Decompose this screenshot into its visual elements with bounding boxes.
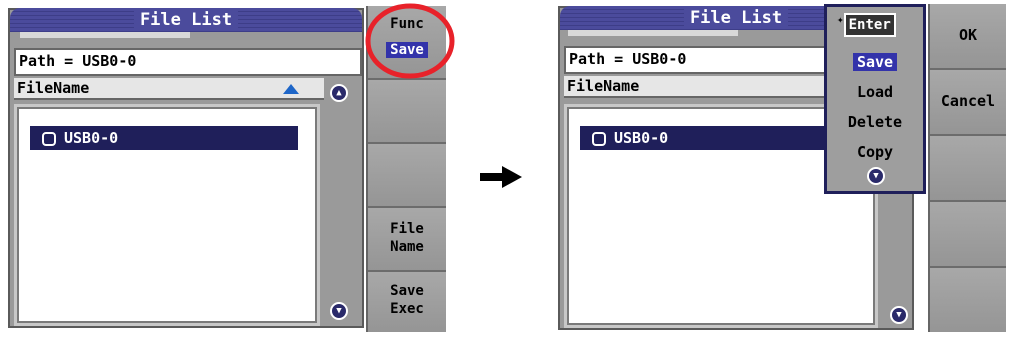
softkey-blank-1[interactable] [368,80,446,144]
left-path-field: Path = USB0-0 [14,48,362,76]
softkey-blank-2[interactable] [368,144,446,208]
left-file-row-selected[interactable]: USB0-0 [30,126,298,150]
func-popup-menu: ✦ Enter Save Load Delete Copy ▼ [824,4,926,194]
right-scroll-down-icon[interactable]: ▼ [890,306,908,324]
drive-icon [42,132,56,146]
left-title-underline [20,32,190,38]
softkey-file-name[interactable]: File Name [368,208,446,272]
left-scroll-down-icon[interactable]: ▼ [330,302,348,320]
softkey-ok[interactable]: OK [930,4,1006,70]
left-sort-ascending-icon[interactable] [283,84,299,94]
popup-item-copy[interactable]: Copy [827,143,923,161]
highlight-ring [365,3,455,79]
left-title-bar: File List [10,8,362,32]
transition-arrow-icon [480,166,522,188]
right-filename-header[interactable]: FileName [564,76,864,98]
enter-indicator: ✦ Enter [837,13,896,37]
softkey-blank-3[interactable] [930,136,1006,202]
drive-icon [592,132,606,146]
right-title-underline [568,30,738,36]
left-filename-header[interactable]: FileName [14,78,324,100]
popup-item-delete[interactable]: Delete [827,113,923,131]
softkey-save-exec[interactable]: Save Exec [368,272,446,332]
softkey-blank-4[interactable] [930,202,1006,268]
right-path-field: Path = USB0-0 [564,46,864,74]
right-file-row-selected[interactable]: USB0-0 [580,126,824,150]
popup-item-save[interactable]: Save [827,53,923,71]
left-scroll-up-icon[interactable]: ▲ [330,84,348,102]
popup-item-load[interactable]: Load [827,83,923,101]
right-softkey-column: OK Cancel [928,4,1006,332]
enter-key-label: Enter [843,13,896,37]
softkey-blank-5[interactable] [930,268,1006,332]
popup-scroll-down-icon[interactable]: ▼ [867,167,885,185]
softkey-cancel[interactable]: Cancel [930,70,1006,136]
